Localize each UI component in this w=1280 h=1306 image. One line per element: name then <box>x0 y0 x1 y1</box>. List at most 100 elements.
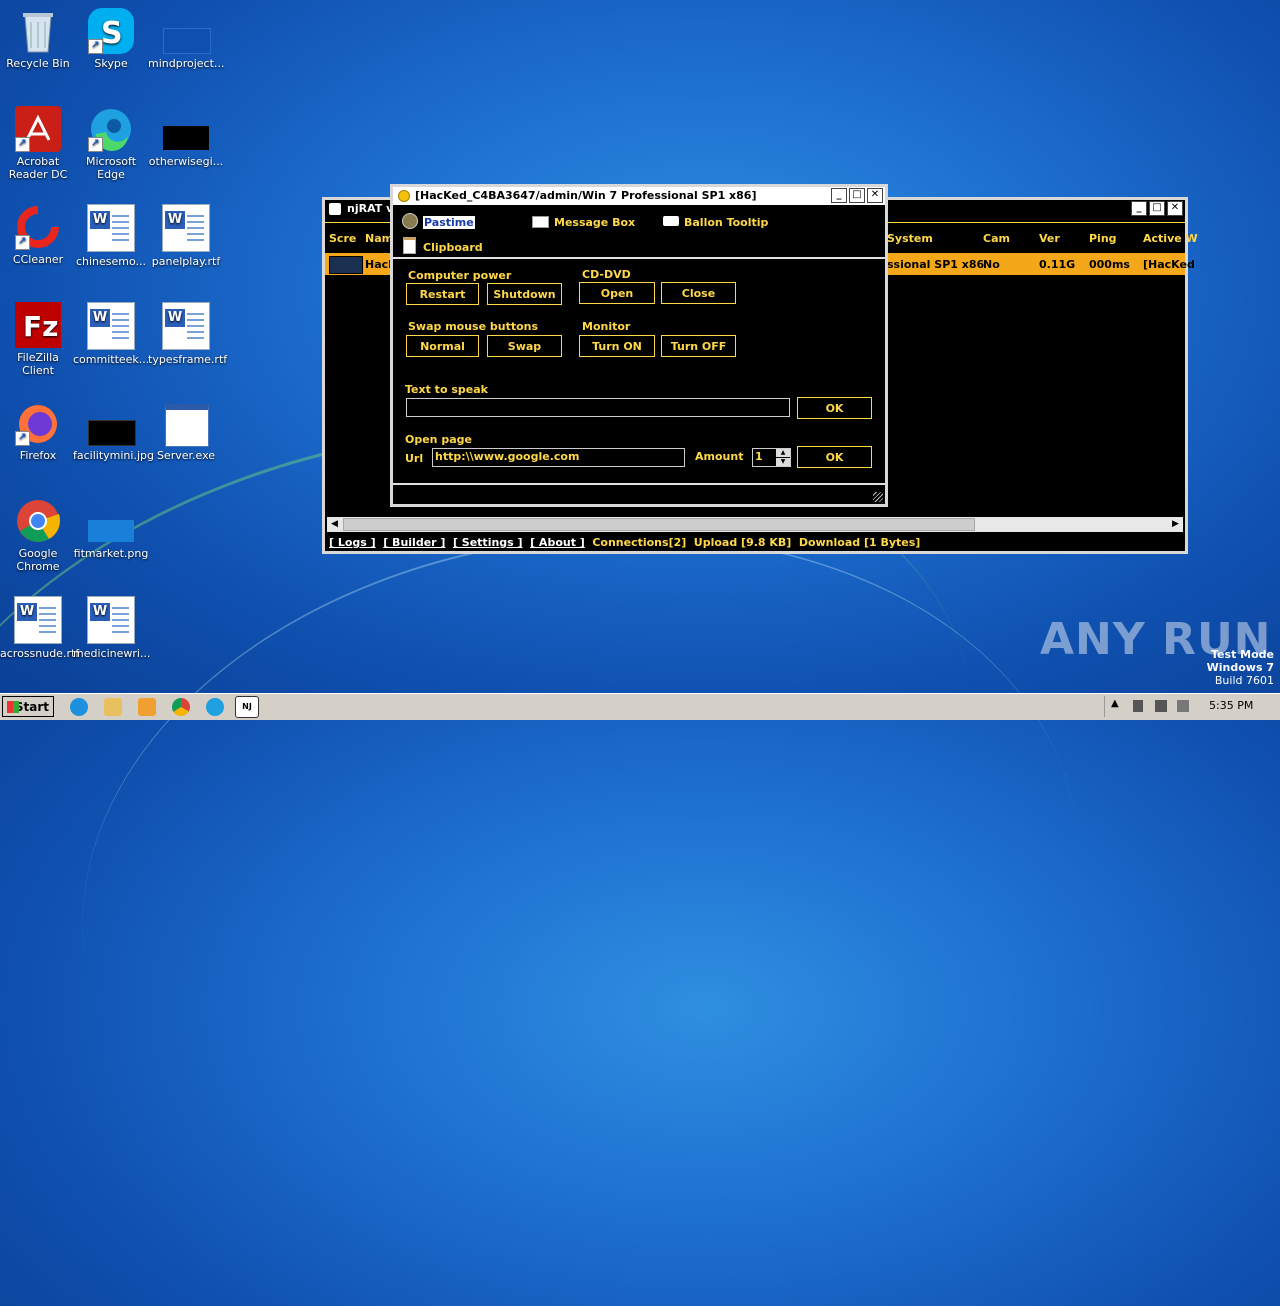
amount-stepper[interactable]: 1 ▲ ▼ <box>752 448 791 467</box>
test-mode-text: Test Mode Windows 7 Build 7601 <box>1207 648 1274 687</box>
desktop-icon-otherwisegi[interactable]: otherwisegi... <box>148 106 224 168</box>
computer-power-label: Computer power <box>408 269 512 282</box>
build-line: Build 7601 <box>1214 674 1274 687</box>
njrat-taskbar-icon[interactable]: NJ <box>235 696 259 718</box>
desktop-icon-filezilla[interactable]: Fz FileZilla Client <box>0 302 76 377</box>
desktop-icon-label: facilitymini.jpg <box>73 449 154 462</box>
restart-button[interactable]: Restart <box>406 283 479 305</box>
image-file-icon <box>88 498 134 544</box>
edge-taskbar-icon[interactable] <box>206 698 224 716</box>
desktop-icon-mindproject[interactable]: mindproject... <box>148 8 224 70</box>
desktop-icon-label: fitmarket.png <box>73 547 149 560</box>
shortcut-arrow-icon: ↗ <box>88 137 103 152</box>
shortcut-arrow-icon: ↗ <box>88 39 103 54</box>
amount-label: Amount <box>695 450 744 463</box>
stepper-up-icon[interactable]: ▲ <box>776 449 790 457</box>
media-player-icon[interactable] <box>138 698 156 716</box>
desktop-icon-acrobat[interactable]: ↗ Acrobat Reader DC <box>0 106 76 181</box>
col-header-system[interactable]: System <box>887 232 933 245</box>
resize-grip-icon[interactable] <box>873 492 883 502</box>
minimize-button[interactable]: _ <box>1131 201 1147 216</box>
desktop-icon-medicinewri[interactable]: medicinewri... <box>73 596 151 660</box>
desktop-icon-edge[interactable]: ↗ Microsoft Edge <box>73 106 149 181</box>
ballon-tooltip-menu[interactable]: Ballon Tooltip <box>684 216 768 229</box>
speaker-icon[interactable] <box>1133 700 1143 712</box>
col-header-active-window[interactable]: Active W <box>1143 232 1198 245</box>
message-box-icon <box>532 216 549 228</box>
builder-link[interactable]: [ Builder ] <box>383 536 445 549</box>
stepper-down-icon[interactable]: ▼ <box>776 458 790 466</box>
desktop-icon-firefox[interactable]: ↗ Firefox <box>0 400 76 462</box>
col-header-screen[interactable]: Scre <box>329 232 356 245</box>
network-icon[interactable] <box>1155 700 1167 712</box>
pastime-menu[interactable]: Pastime <box>423 216 475 229</box>
desktop-icon-panelplay[interactable]: panelplay.rtf <box>148 204 224 268</box>
text-to-speak-input[interactable] <box>406 398 790 417</box>
desktop-icon-chinesemo[interactable]: chinesemo... <box>73 204 149 268</box>
mouse-swap-button[interactable]: Swap <box>487 335 562 357</box>
desktop-icon-skype[interactable]: S ↗ Skype <box>73 8 149 70</box>
desktop-icon-label: Microsoft Edge <box>85 155 137 181</box>
maximize-button[interactable]: □ <box>1149 201 1165 216</box>
desktop-icon-label: FileZilla Client <box>17 351 59 377</box>
menu-divider <box>393 257 885 259</box>
maximize-button[interactable]: □ <box>849 188 865 203</box>
taskbar: Start NJ ▲ 5:35 PM <box>0 693 1280 720</box>
clipboard-menu[interactable]: Clipboard <box>423 241 483 254</box>
row-screen-thumbnail <box>329 256 363 274</box>
flag-icon[interactable] <box>1177 700 1189 712</box>
desktop-icon-typesframe[interactable]: typesframe.rtf <box>148 302 228 366</box>
mouse-normal-button[interactable]: Normal <box>406 335 479 357</box>
speak-ok-button[interactable]: OK <box>797 397 872 419</box>
message-box-menu[interactable]: Message Box <box>554 216 635 229</box>
clock[interactable]: 5:35 PM <box>1209 699 1253 712</box>
monitor-off-button[interactable]: Turn OFF <box>661 335 736 357</box>
ie-icon[interactable] <box>70 698 88 716</box>
desktop-icon-acrossnude[interactable]: acrossnude.rtf <box>0 596 79 660</box>
scroll-left-arrow-icon[interactable]: ◀ <box>327 517 342 532</box>
desktop-icon-label: typesframe.rtf <box>148 353 228 366</box>
desktop-icon-label: Firefox <box>19 449 57 462</box>
col-header-name[interactable]: Nam <box>365 232 393 245</box>
col-header-ping[interactable]: Ping <box>1089 232 1117 245</box>
desktop-icon-label: Acrobat Reader DC <box>8 155 68 181</box>
cd-open-button[interactable]: Open <box>579 282 655 304</box>
start-button[interactable]: Start <box>2 696 54 717</box>
url-input[interactable]: http:\\www.google.com <box>432 448 685 467</box>
desktop-icon-label: Server.exe <box>156 449 216 462</box>
about-link[interactable]: [ About ] <box>530 536 585 549</box>
settings-link[interactable]: [ Settings ] <box>453 536 523 549</box>
desktop-icon-label: medicinewri... <box>73 647 151 660</box>
test-mode-line: Test Mode <box>1211 648 1274 661</box>
dialog-footer-divider <box>393 483 885 485</box>
desktop-icon-recycle-bin[interactable]: Recycle Bin <box>0 8 76 70</box>
col-header-ver[interactable]: Ver <box>1039 232 1060 245</box>
shutdown-button[interactable]: Shutdown <box>487 283 562 305</box>
desktop-icon-server-exe[interactable]: Server.exe <box>148 400 224 462</box>
monitor-on-button[interactable]: Turn ON <box>579 335 655 357</box>
desktop-icon-facilitymini[interactable]: facilitymini.jpg <box>73 400 154 462</box>
minimize-button[interactable]: _ <box>831 188 847 203</box>
col-header-cam[interactable]: Cam <box>983 232 1010 245</box>
tray-expand-icon[interactable]: ▲ <box>1111 698 1119 709</box>
close-button[interactable]: ✕ <box>867 188 883 203</box>
chrome-taskbar-icon[interactable] <box>172 698 190 716</box>
word-document-icon <box>87 204 135 252</box>
close-button[interactable]: ✕ <box>1167 201 1183 216</box>
desktop-icon-label: otherwisegi... <box>148 155 224 168</box>
desktop-icon-chrome[interactable]: Google Chrome <box>0 498 76 573</box>
scroll-right-arrow-icon[interactable]: ▶ <box>1168 517 1183 532</box>
word-document-icon <box>162 204 210 252</box>
fun-titlebar: [HacKed_C4BA3647/admin/Win 7 Professiona… <box>393 187 885 205</box>
scroll-thumb[interactable] <box>343 518 975 531</box>
desktop-icon-ccleaner[interactable]: ↗ CCleaner <box>0 204 76 266</box>
desktop-icon-fitmarket[interactable]: fitmarket.png <box>73 498 149 560</box>
desktop-icon-committeek[interactable]: committeek... <box>73 302 149 366</box>
logs-link[interactable]: [ Logs ] <box>329 536 376 549</box>
horizontal-scrollbar[interactable]: ◀ ▶ <box>327 517 1183 532</box>
cd-close-button[interactable]: Close <box>661 282 736 304</box>
open-page-ok-button[interactable]: OK <box>797 446 872 468</box>
explorer-icon[interactable] <box>104 698 122 716</box>
njrat-app-icon <box>329 203 341 215</box>
row-ping: 000ms <box>1089 258 1130 271</box>
